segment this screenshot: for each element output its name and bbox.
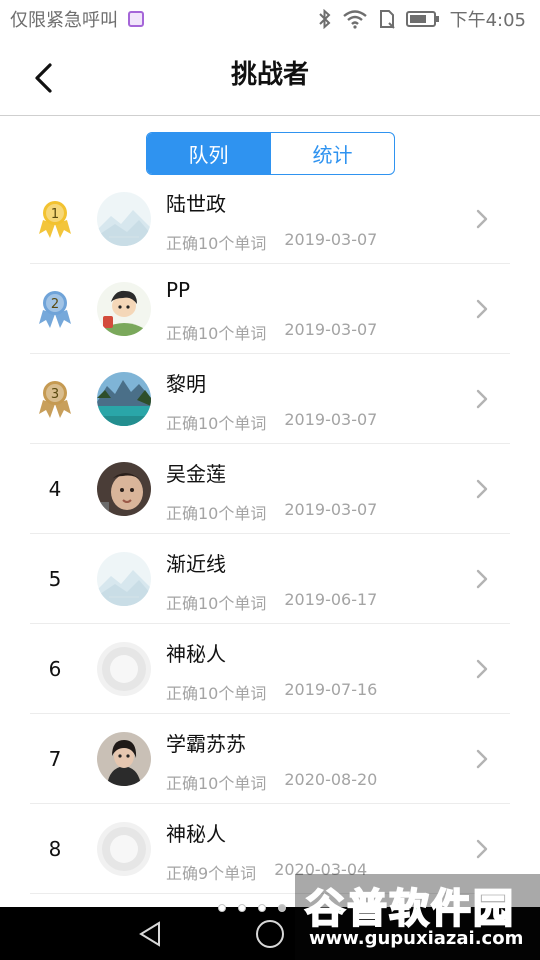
page-dot [258,904,266,912]
score-meta: 正确10个单词 2019-03-07 [166,410,377,434]
status-bar: 仅限紧急呼叫 下午4:05 [0,0,540,38]
nav-back-button[interactable] [133,917,167,951]
date-text: 2019-03-07 [284,410,378,429]
chevron-right-icon [474,838,490,860]
chevron-right-icon [474,208,490,230]
date-text: 2019-03-07 [284,320,378,339]
tab-stats[interactable]: 统计 [270,133,394,174]
score-text: 正确10个单词 [166,414,267,433]
segmented-tabs: 队列 统计 [146,132,395,175]
rank-number: 7 [48,747,62,771]
chevron-right-icon [474,478,490,500]
score-meta: 正确10个单词 2019-03-07 [166,320,377,344]
page-dot [218,904,226,912]
list-item[interactable]: 5 渐近线正确10个单词 2019-06-17 [30,534,510,624]
landscape-placeholder-avatar [97,552,151,606]
nav-home-button[interactable] [253,917,287,951]
rank-number: 6 [48,657,62,681]
page-dot-active [278,904,286,912]
chevron-right-icon [474,748,490,770]
app-header: 挑战者 [0,38,540,116]
score-meta: 正确10个单词 2020-08-20 [166,770,377,794]
circle-home-icon [256,920,284,948]
default-person-avatar [97,642,151,696]
list-item[interactable]: 1 陆世政正确10个单词 2019-03-07 [30,174,510,264]
page-title: 挑战者 [230,60,309,90]
page-dot [238,904,246,912]
page-indicator [218,904,286,912]
user-name: 渐近线 [166,552,226,576]
lake-photo-avatar [97,372,151,426]
cartoon-avatar [97,282,151,336]
child-photo-avatar [97,462,151,516]
date-text: 2019-07-16 [284,680,378,699]
bluetooth-icon [318,9,332,29]
score-text: 正确10个单词 [166,234,267,253]
user-name: 学霸苏苏 [166,732,246,756]
list-item[interactable]: 7 学霸苏苏正确10个单词 2020-08-20 [30,714,510,804]
date-text: 2019-03-07 [284,500,378,519]
user-name: 陆世政 [166,192,226,216]
score-text: 正确10个单词 [166,684,267,703]
svg-text:3: 3 [51,387,59,402]
user-name: 吴金莲 [166,462,226,486]
watermark-title: 谷普软件园 [304,885,515,933]
date-text: 2019-03-07 [284,230,378,249]
score-meta: 正确10个单词 2019-03-07 [166,230,377,254]
silver-medal-icon: 2 [30,264,80,354]
chevron-right-icon [474,658,490,680]
tab-queue[interactable]: 队列 [147,133,270,174]
score-text: 正确10个单词 [166,324,267,343]
score-text: 正确10个单词 [166,594,267,613]
user-name: 黎明 [166,372,206,396]
clock: 下午4:05 [449,10,526,31]
status-right: 下午4:05 [318,6,526,32]
watermark-logo: 谷普软件园 www.gupuxiazai.com [295,874,540,960]
rank-number: 8 [48,837,62,861]
score-meta: 正确10个单词 2019-07-16 [166,680,377,704]
date-text: 2019-06-17 [284,590,378,609]
battery-icon [405,10,440,28]
score-meta: 正确10个单词 2019-03-07 [166,500,377,524]
score-meta: 正确10个单词 2019-06-17 [166,590,377,614]
challenger-list: 1 陆世政正确10个单词 2019-03-07 2 PP 正确10个单词 2019-0… [30,174,510,894]
user-name: 神秘人 [166,642,226,666]
rank-number: 4 [48,477,62,501]
default-person-avatar [97,822,151,876]
user-name: 神秘人 [166,822,226,846]
user-name: PP [166,278,191,302]
list-item[interactable]: 4 吴金莲正确10个单词 2019-03-07 [30,444,510,534]
list-item[interactable]: 3 黎明正确10个单词 2019-03-07 [30,354,510,444]
status-left: 仅限紧急呼叫 [10,6,144,32]
watermark-url: www.gupuxiazai.com [309,928,524,949]
bronze-medal-icon: 3 [30,354,80,444]
list-item[interactable]: 2 PP 正确10个单词 2019-03-07 [30,264,510,354]
rank-number: 5 [48,567,62,591]
chevron-right-icon [474,298,490,320]
score-text: 正确10个单词 [166,774,267,793]
wifi-icon [342,9,368,29]
landscape-placeholder-avatar [97,192,151,246]
svg-text:1: 1 [51,207,59,222]
score-text: 正确10个单词 [166,504,267,523]
carrier-text: 仅限紧急呼叫 [10,10,118,31]
gold-medal-icon: 1 [30,174,80,264]
date-text: 2020-08-20 [284,770,378,789]
chevron-right-icon [474,388,490,410]
woman-photo-avatar [97,732,151,786]
score-text: 正确9个单词 [166,864,257,883]
notification-app-icon [128,11,144,27]
triangle-back-icon [139,921,160,947]
svg-text:2: 2 [51,297,59,312]
list-item[interactable]: 6 神秘人正确10个单词 2019-07-16 [30,624,510,714]
chevron-right-icon [474,568,490,590]
sim-card-icon [378,9,396,29]
